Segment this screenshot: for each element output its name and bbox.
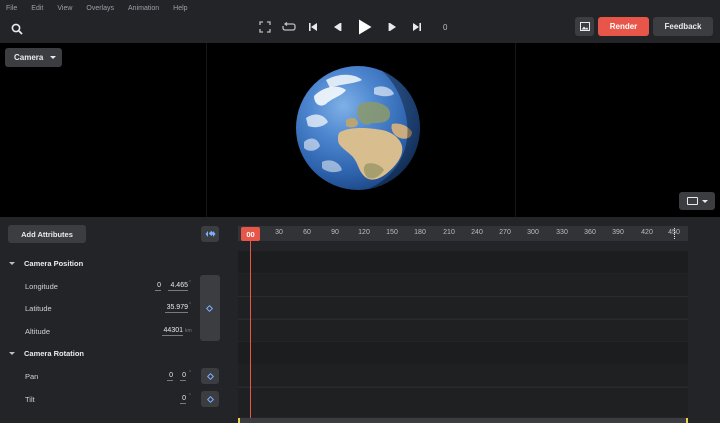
- play-icon[interactable]: [349, 18, 381, 36]
- pan-degree-input[interactable]: 0: [167, 372, 173, 381]
- add-attributes-button[interactable]: Add Attributes: [8, 225, 86, 243]
- top-bar: File Edit View Overlays Animation Help 0…: [0, 0, 720, 43]
- chevron-down-icon: [50, 56, 57, 59]
- skip-to-end-icon[interactable]: [405, 18, 429, 36]
- aspect-ratio-icon: [686, 197, 698, 205]
- menu-edit[interactable]: Edit: [31, 3, 43, 14]
- keyframe-diamond-icon: [205, 304, 214, 313]
- attr-label: Altitude: [25, 326, 51, 336]
- pan-input[interactable]: 0: [180, 372, 186, 381]
- safe-frame-guide-left: [206, 43, 207, 217]
- playhead-line: [250, 241, 251, 419]
- pan-keyframe-button[interactable]: [201, 368, 219, 384]
- menu-help[interactable]: Help: [173, 3, 187, 14]
- step-back-icon[interactable]: [325, 18, 349, 36]
- ruler-tick: 120: [358, 229, 370, 236]
- timeline-ruler[interactable]: 00 30 60 90 120 150 180 210 240 270 300 …: [238, 226, 688, 241]
- unit-km: km: [185, 328, 192, 334]
- menu-file[interactable]: File: [6, 3, 17, 14]
- step-forward-icon[interactable]: [381, 18, 405, 36]
- ruler-tick: 240: [471, 229, 483, 236]
- menu-overlays[interactable]: Overlays: [86, 3, 114, 14]
- skip-to-start-icon[interactable]: [301, 18, 325, 36]
- ruler-tick: 390: [612, 229, 624, 236]
- chevron-down-icon: [9, 261, 15, 265]
- ruler-tick: 60: [303, 229, 311, 236]
- attr-label: Pan: [25, 371, 39, 381]
- unit-degree: °: [189, 302, 191, 308]
- ruler-tick: 270: [499, 229, 511, 236]
- longitude-input[interactable]: 4.465: [168, 282, 188, 291]
- ruler-tick: 30: [275, 229, 283, 236]
- ruler-tick: 180: [414, 229, 426, 236]
- track-latitude[interactable]: [238, 296, 688, 318]
- tilt-input[interactable]: 0: [180, 395, 186, 404]
- attr-label: Latitude: [25, 303, 52, 313]
- track-altitude[interactable]: [238, 319, 688, 341]
- keyframe-navigate-button[interactable]: [201, 226, 219, 242]
- group-camera-position[interactable]: Camera Position: [0, 252, 236, 274]
- tilt-keyframe-button[interactable]: [201, 391, 219, 407]
- group-camera-rotation[interactable]: Camera Rotation: [0, 342, 236, 364]
- camera-dropdown[interactable]: Camera: [5, 48, 62, 67]
- group-title: Camera Rotation: [24, 348, 85, 358]
- track-tilt[interactable]: [238, 387, 688, 417]
- chevron-down-icon: [9, 351, 15, 355]
- ruler-tick: 210: [443, 229, 455, 236]
- feedback-button[interactable]: Feedback: [653, 17, 713, 36]
- aspect-ratio-dropdown[interactable]: [679, 192, 715, 210]
- fullscreen-icon[interactable]: [253, 18, 277, 36]
- transport-controls: [253, 18, 429, 36]
- menu-view[interactable]: View: [57, 3, 72, 14]
- scroll-range-end-handle[interactable]: [686, 418, 688, 423]
- playhead-handle[interactable]: 00: [241, 227, 260, 241]
- loop-icon[interactable]: [277, 18, 301, 36]
- group-title: Camera Position: [24, 258, 84, 268]
- search-icon[interactable]: [10, 22, 24, 36]
- earth-viewport[interactable]: Camera: [0, 43, 720, 217]
- scroll-range-start-handle[interactable]: [238, 418, 240, 423]
- ruler-tick: 300: [527, 229, 539, 236]
- keyframe-diamond-icon: [206, 372, 214, 380]
- ruler-tick: 420: [641, 229, 653, 236]
- ruler-tick: 150: [386, 229, 398, 236]
- unit-degree: °: [189, 393, 191, 399]
- ruler-tick: 90: [331, 229, 339, 236]
- attr-label: Tilt: [25, 394, 35, 404]
- track-longitude[interactable]: [238, 274, 688, 296]
- attr-label: Longitude: [25, 281, 58, 291]
- image-export-button[interactable]: [575, 17, 594, 36]
- camera-dropdown-label: Camera: [14, 53, 44, 62]
- track-camera-position: [238, 251, 688, 273]
- keyframe-diamond-icon: [206, 395, 214, 403]
- safe-frame-guide-right: [515, 43, 516, 217]
- track-pan[interactable]: [238, 364, 688, 386]
- keyframe-arrow-icon: [205, 225, 216, 243]
- timeline-scrollbar[interactable]: [238, 418, 688, 423]
- ruler-tick: 360: [584, 229, 596, 236]
- menu-animation[interactable]: Animation: [128, 3, 159, 14]
- menu-bar: File Edit View Overlays Animation Help: [6, 3, 202, 14]
- chevron-down-icon: [701, 199, 708, 203]
- position-keyframe-button[interactable]: [200, 275, 220, 341]
- longitude-degree-input[interactable]: 0: [155, 282, 161, 291]
- altitude-input[interactable]: 44301: [162, 327, 183, 336]
- track-camera-rotation: [238, 342, 688, 364]
- end-frame-handle[interactable]: [674, 228, 676, 239]
- unit-degree: °: [189, 280, 191, 286]
- unit-degree: °: [189, 370, 191, 376]
- earth-globe: [296, 66, 420, 190]
- ruler-tick: 330: [556, 229, 568, 236]
- image-icon: [579, 18, 590, 36]
- frame-counter: 0: [443, 23, 448, 32]
- latitude-input[interactable]: 35.979: [165, 304, 188, 313]
- render-button[interactable]: Render: [598, 17, 649, 36]
